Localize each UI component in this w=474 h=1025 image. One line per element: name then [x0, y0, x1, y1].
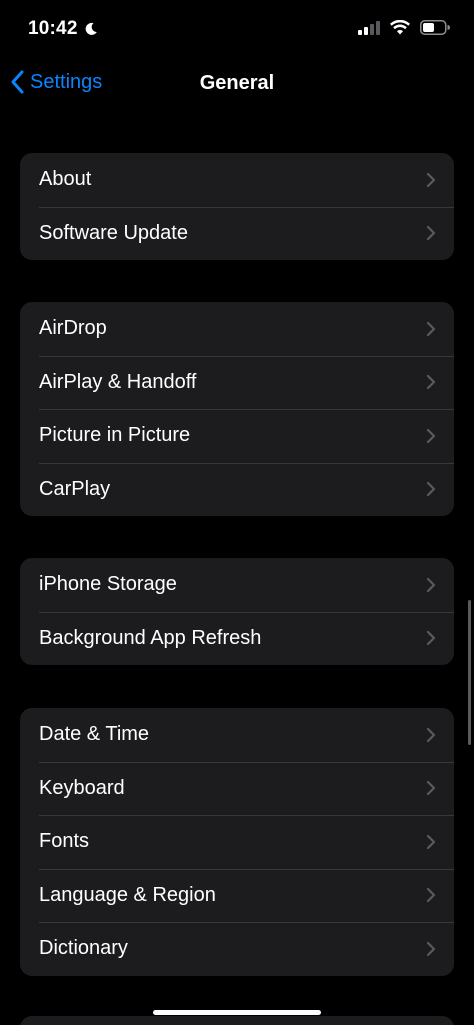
list-item-label: Language & Region — [39, 883, 216, 906]
list-item-label: Background App Refresh — [39, 626, 262, 649]
list-item-about[interactable]: About — [20, 153, 454, 207]
list-item-label: Software Update — [39, 221, 188, 244]
chevron-right-icon — [426, 630, 436, 646]
navigation-bar: Settings General — [0, 60, 474, 110]
list-item-carplay[interactable]: CarPlay — [20, 462, 454, 517]
moon-icon — [84, 22, 98, 36]
list-item-date-time[interactable]: Date & Time — [20, 708, 454, 762]
cellular-signal-icon — [358, 20, 380, 35]
wifi-icon — [390, 20, 410, 35]
chevron-right-icon — [426, 172, 436, 188]
list-item-dictionary[interactable]: Dictionary — [20, 922, 454, 976]
chevron-right-icon — [426, 321, 436, 337]
list-item-label: About — [39, 168, 92, 191]
list-item-label: Keyboard — [39, 776, 125, 799]
list-item-label: AirPlay & Handoff — [39, 370, 197, 393]
settings-group-storage: iPhone Storage Background App Refresh — [20, 558, 454, 665]
chevron-right-icon — [426, 481, 436, 497]
status-time: 10:42 — [28, 18, 78, 39]
settings-group-locale: Date & Time Keyboard Fonts Language & Re… — [20, 708, 454, 976]
list-item-fonts[interactable]: Fonts — [20, 815, 454, 869]
list-item-iphone-storage[interactable]: iPhone Storage — [20, 558, 454, 612]
list-item-airplay-handoff[interactable]: AirPlay & Handoff — [20, 355, 454, 410]
chevron-right-icon — [426, 780, 436, 796]
list-item-software-update[interactable]: Software Update — [20, 206, 454, 261]
chevron-right-icon — [426, 577, 436, 593]
list-item-label: CarPlay — [39, 477, 111, 500]
scrollbar[interactable] — [468, 600, 471, 745]
status-time-group: 10:42 — [28, 18, 98, 40]
status-bar: 10:42 — [0, 0, 474, 60]
status-indicators — [358, 20, 450, 35]
list-item-background-app-refresh[interactable]: Background App Refresh — [20, 611, 454, 666]
page-title: General — [199, 72, 275, 94]
chevron-right-icon — [426, 834, 436, 850]
chevron-right-icon — [426, 428, 436, 444]
list-item-airdrop[interactable]: AirDrop — [20, 302, 454, 356]
chevron-right-icon — [426, 374, 436, 390]
battery-icon — [420, 20, 450, 35]
settings-group-about: About Software Update — [20, 153, 454, 260]
list-item-label: AirDrop — [39, 317, 107, 340]
list-item-picture-in-picture[interactable]: Picture in Picture — [20, 409, 454, 463]
list-item-keyboard[interactable]: Keyboard — [20, 761, 454, 816]
settings-group-connectivity: AirDrop AirPlay & Handoff Picture in Pic… — [20, 302, 454, 516]
settings-general-screen: 10:42 Settings General About Software Up… — [0, 0, 474, 1025]
home-indicator[interactable] — [153, 1010, 321, 1015]
chevron-right-icon — [426, 225, 436, 241]
chevron-right-icon — [426, 941, 436, 957]
list-item-language-region[interactable]: Language & Region — [20, 868, 454, 923]
chevron-right-icon — [426, 727, 436, 743]
list-item-label: Dictionary — [39, 937, 128, 960]
chevron-right-icon — [426, 887, 436, 903]
list-item-label: Date & Time — [39, 723, 150, 746]
list-item-label: Fonts — [39, 830, 90, 853]
list-item-label: Picture in Picture — [39, 424, 191, 447]
settings-group-partial — [20, 1016, 454, 1025]
list-item-label: iPhone Storage — [39, 573, 177, 596]
